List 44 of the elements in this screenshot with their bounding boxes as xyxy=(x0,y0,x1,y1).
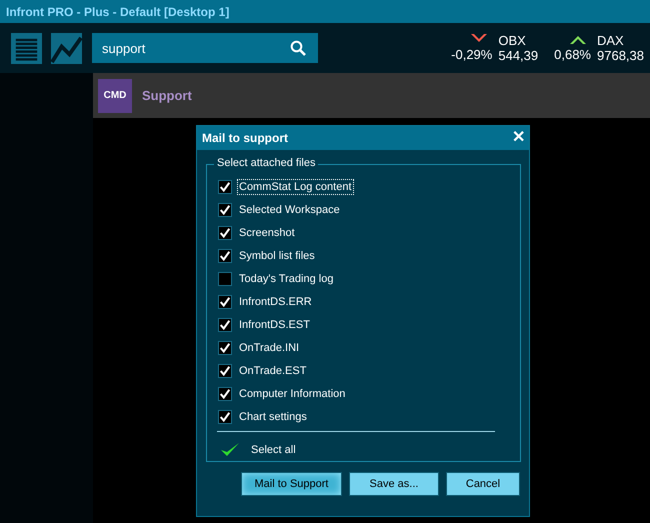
checkbox[interactable] xyxy=(218,180,232,194)
cancel-button[interactable]: Cancel xyxy=(446,472,520,496)
save-as-button[interactable]: Save as... xyxy=(349,472,439,496)
search-suggestion[interactable]: CMD Support xyxy=(93,73,650,118)
checkbox[interactable] xyxy=(218,364,232,378)
ticker-price: 544,39 xyxy=(498,48,538,63)
window-title: Infront PRO - Plus - Default [Desktop 1] xyxy=(6,4,230,18)
checkbox[interactable] xyxy=(218,386,232,400)
checkbox-label[interactable]: CommStat Log content xyxy=(237,178,354,194)
checkbox-label[interactable]: OnTrade.EST xyxy=(237,362,308,378)
ticker-name: OBX xyxy=(498,33,526,48)
close-button[interactable]: ✕ xyxy=(512,130,525,146)
checkbox-label[interactable]: Selected Workspace xyxy=(237,202,342,218)
checkbox[interactable] xyxy=(218,318,232,332)
checkbox[interactable] xyxy=(218,202,232,216)
ticker-name: DAX xyxy=(597,33,624,48)
suggestion-label: Support xyxy=(142,88,192,103)
checkbox[interactable] xyxy=(218,272,232,286)
group-label: Select attached files xyxy=(214,157,318,169)
checkmark-icon[interactable] xyxy=(220,442,240,458)
select-all-link[interactable]: Select all xyxy=(249,442,298,458)
command-badge: CMD xyxy=(98,78,132,112)
checkbox[interactable] xyxy=(218,248,232,262)
line-chart-icon[interactable] xyxy=(51,32,82,64)
ticker-price: 9768,38 xyxy=(597,48,644,63)
checkbox[interactable] xyxy=(218,294,232,308)
ticker-change: -0,29% xyxy=(451,47,492,62)
checkbox[interactable] xyxy=(218,410,232,424)
mail-button[interactable]: Mail to Support xyxy=(241,472,342,496)
checkbox-label[interactable]: Today's Trading log xyxy=(237,270,336,286)
checkbox-label[interactable]: Chart settings xyxy=(237,408,309,424)
checkbox-label[interactable]: InfrontDS.EST xyxy=(237,316,312,332)
search-field[interactable]: support xyxy=(92,33,318,63)
checkbox-label[interactable]: Computer Information xyxy=(237,386,348,402)
checkbox[interactable] xyxy=(218,226,232,240)
menu-icon[interactable] xyxy=(11,32,42,64)
ticker-change: 0,68% xyxy=(554,47,591,62)
checkbox-label[interactable]: Screenshot xyxy=(237,224,297,240)
checkbox[interactable] xyxy=(218,340,232,354)
search-icon[interactable] xyxy=(290,40,306,56)
checkbox-label[interactable]: Symbol list files xyxy=(237,248,317,264)
dialog-title: Mail to support xyxy=(202,131,288,145)
checkbox-label[interactable]: OnTrade.INI xyxy=(237,340,302,356)
checkbox-label[interactable]: InfrontDS.ERR xyxy=(237,294,314,310)
